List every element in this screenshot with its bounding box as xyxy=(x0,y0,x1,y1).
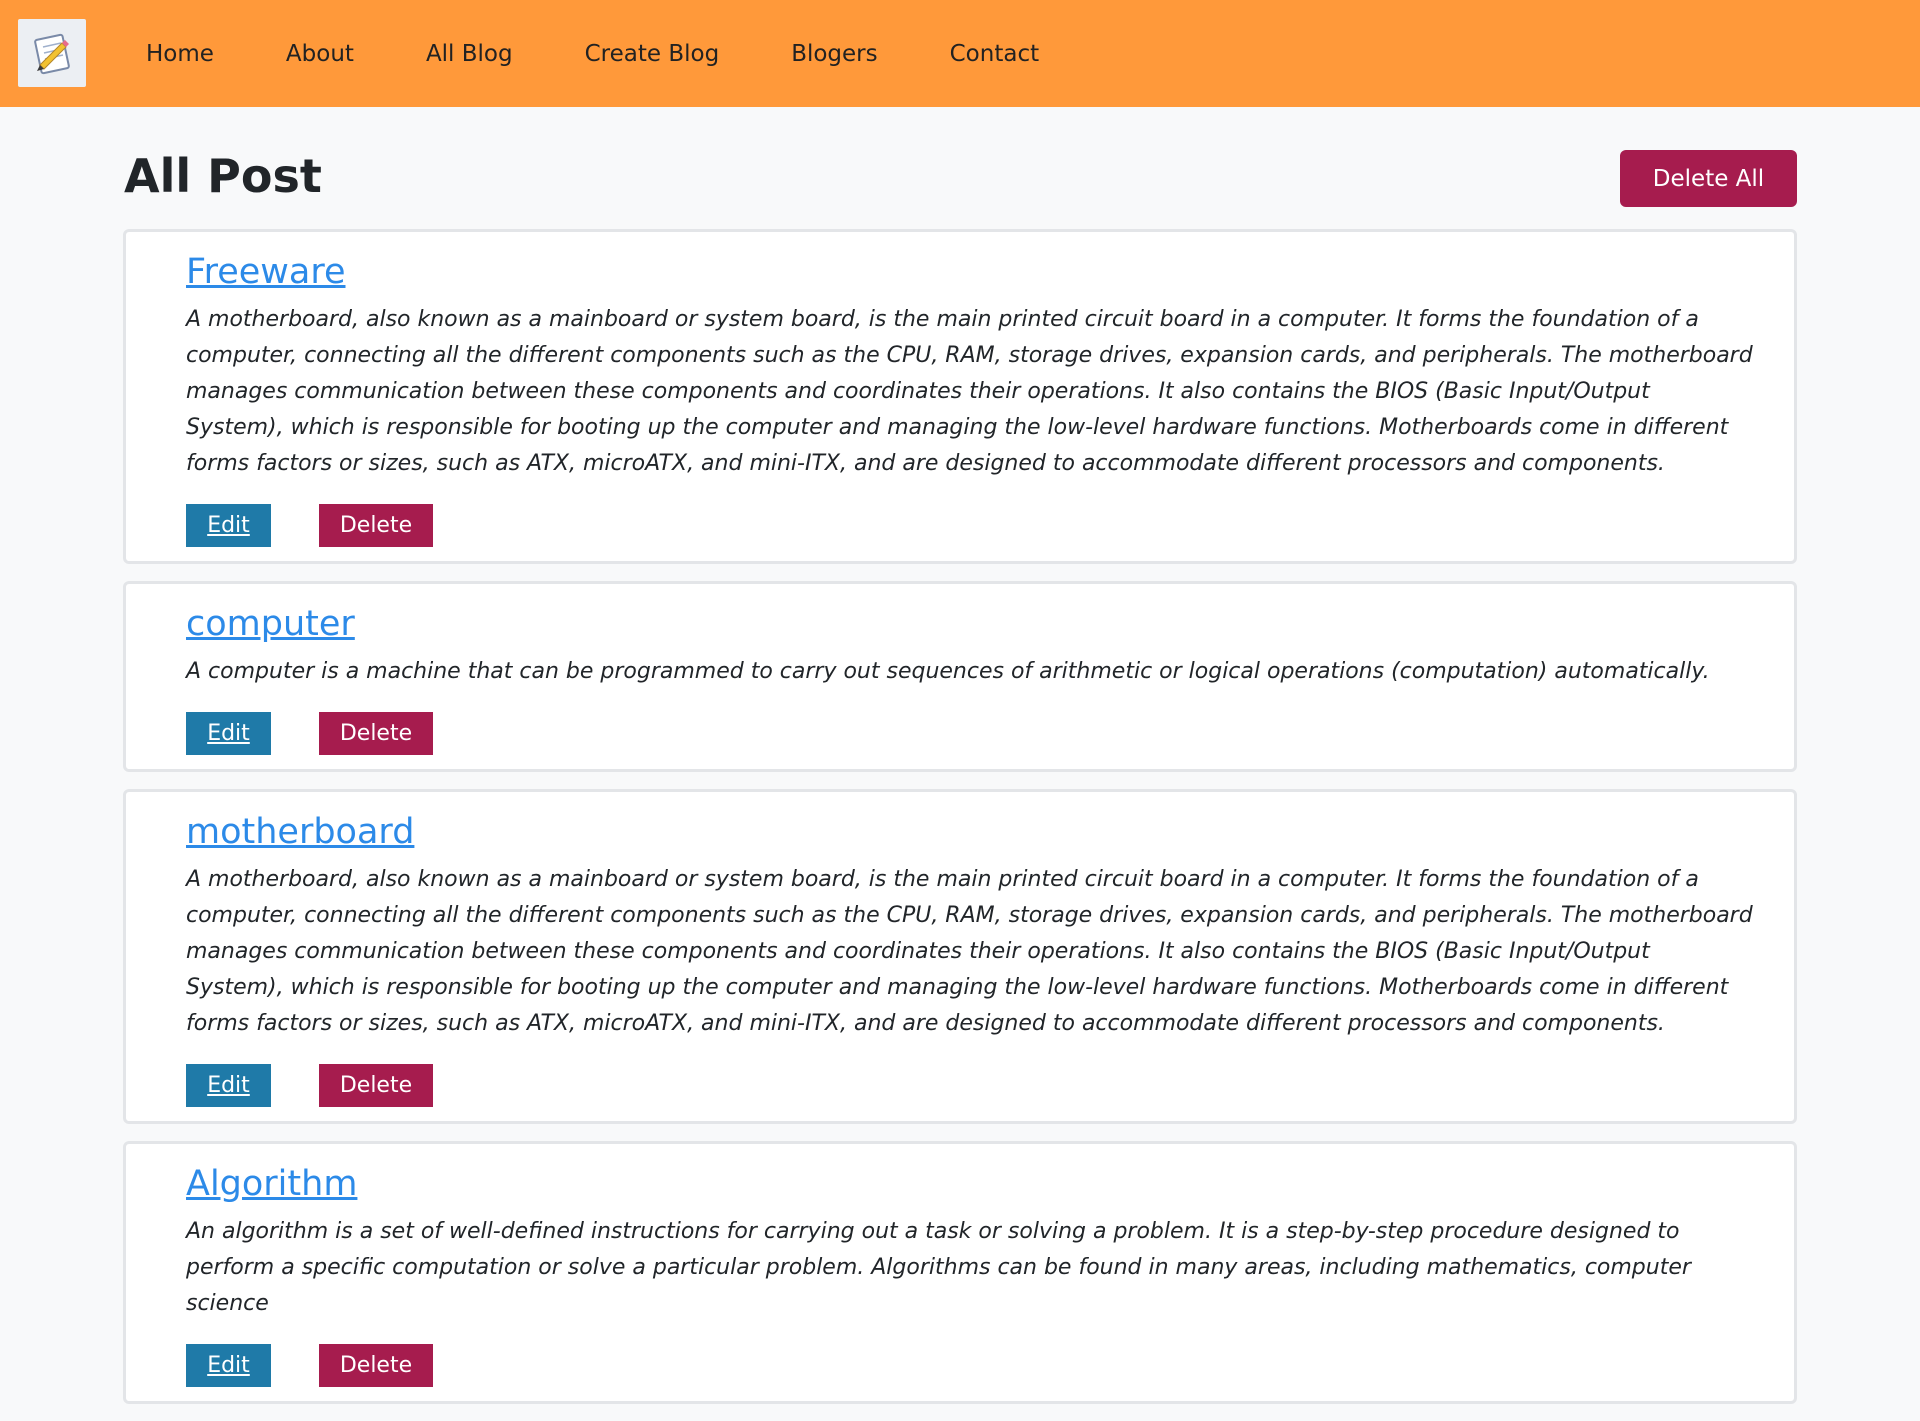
delete-button[interactable]: Delete xyxy=(319,1344,433,1387)
post-card: Freeware A motherboard, also known as a … xyxy=(123,229,1797,564)
post-actions: Edit Delete xyxy=(186,504,1754,547)
post-title-link[interactable]: Algorithm xyxy=(186,1162,357,1206)
edit-button[interactable]: Edit xyxy=(186,504,271,547)
delete-button[interactable]: Delete xyxy=(319,1064,433,1107)
nav-link-about[interactable]: About xyxy=(286,41,354,67)
post-body: A computer is a machine that can be prog… xyxy=(186,659,1710,684)
edit-button[interactable]: Edit xyxy=(186,1064,271,1107)
post-title-link[interactable]: Freeware xyxy=(186,250,346,294)
nav-links: Home About All Blog Create Blog Blogers … xyxy=(146,0,1111,107)
edit-button[interactable]: Edit xyxy=(186,712,271,755)
notepad-pencil-icon xyxy=(34,33,70,75)
logo[interactable] xyxy=(18,19,86,87)
post-body: An algorithm is a set of well-defined in… xyxy=(186,1219,1691,1316)
post-title-link[interactable]: computer xyxy=(186,602,355,646)
page-title: All Post xyxy=(124,149,322,203)
post-card: computer A computer is a machine that ca… xyxy=(123,581,1797,772)
nav-link-blogers[interactable]: Blogers xyxy=(791,41,877,67)
nav-link-create-blog[interactable]: Create Blog xyxy=(585,41,720,67)
post-actions: Edit Delete xyxy=(186,1064,1754,1107)
nav-link-all-blog[interactable]: All Blog xyxy=(426,41,513,67)
nav-link-contact[interactable]: Contact xyxy=(950,41,1039,67)
post-actions: Edit Delete xyxy=(186,1344,1754,1387)
delete-button[interactable]: Delete xyxy=(319,712,433,755)
post-list: Freeware A motherboard, also known as a … xyxy=(123,229,1797,1421)
post-body: A motherboard, also known as a mainboard… xyxy=(186,867,1753,1036)
post-title-link[interactable]: motherboard xyxy=(186,810,414,854)
navbar: Home About All Blog Create Blog Blogers … xyxy=(0,0,1920,107)
nav-link-home[interactable]: Home xyxy=(146,41,214,67)
post-actions: Edit Delete xyxy=(186,712,1754,755)
post-card: motherboard A motherboard, also known as… xyxy=(123,789,1797,1124)
post-body: A motherboard, also known as a mainboard… xyxy=(186,307,1753,476)
delete-all-button[interactable]: Delete All xyxy=(1620,150,1797,207)
edit-button[interactable]: Edit xyxy=(186,1344,271,1387)
delete-button[interactable]: Delete xyxy=(319,504,433,547)
post-card: Algorithm An algorithm is a set of well-… xyxy=(123,1141,1797,1404)
